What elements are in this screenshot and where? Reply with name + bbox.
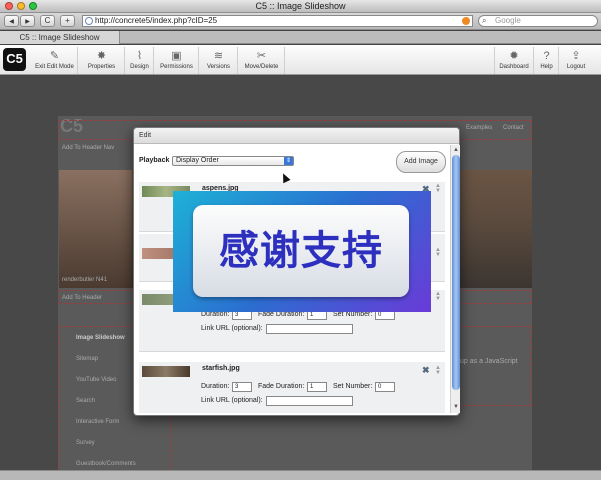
dialog-title: Edit xyxy=(134,128,459,144)
browser-window: C5 :: Image Slideshow ◀ ▶ C + http://con… xyxy=(0,0,601,480)
exit-edit-mode-button[interactable]: ✎ Exit Edit Mode xyxy=(32,47,78,74)
window-status-bar xyxy=(0,470,601,480)
scroll-down-icon[interactable]: ▼ xyxy=(452,403,460,411)
window-title: C5 :: Image Slideshow xyxy=(255,1,346,11)
permissions-label: Permissions xyxy=(160,64,193,70)
minimize-window-button[interactable] xyxy=(17,2,25,10)
gear-icon: ✸ xyxy=(96,50,107,62)
nav-contact[interactable]: Contact xyxy=(503,125,524,131)
remove-image-icon[interactable]: ✖ xyxy=(422,366,431,375)
help-button[interactable]: ? Help xyxy=(535,47,559,74)
thanks-overlay-text: 感谢支持 xyxy=(193,205,409,297)
globe-icon xyxy=(85,17,93,25)
main-content-area xyxy=(458,326,532,406)
set-number-label: Set Number: xyxy=(333,383,373,390)
duration-input[interactable]: 3 xyxy=(232,382,252,392)
duration-label: Duration: xyxy=(201,383,230,390)
set-number-label: Set Number: xyxy=(333,311,373,318)
forward-icon: ▶ xyxy=(25,19,30,25)
logout-icon: ⇪ xyxy=(571,50,581,62)
link-url-label: Link URL (optional): xyxy=(201,397,263,404)
playback-select-value: Display Order xyxy=(176,157,219,164)
nav-examples[interactable]: Examples xyxy=(466,125,492,131)
dashboard-label: Dashboard xyxy=(499,64,529,70)
forward-button[interactable]: ▶ xyxy=(20,15,35,27)
reorder-icon[interactable]: ▲ ▼ xyxy=(435,247,441,258)
dashboard-icon: ✹ xyxy=(509,50,519,62)
add-bookmark-button[interactable]: + xyxy=(60,15,75,27)
scrollbar-thumb[interactable] xyxy=(452,155,460,390)
design-button[interactable]: ⌇ Design xyxy=(126,47,154,74)
image-row: starfish.jpg ✖ ▲ ▼ Duration: 3 Fade Durat… xyxy=(139,362,445,413)
logout-button[interactable]: ⇪ Logout xyxy=(560,47,592,74)
lock-icon: ▣ xyxy=(171,50,182,62)
header-photo-left xyxy=(59,170,132,288)
back-button[interactable]: ◀ xyxy=(4,15,19,27)
reorder-icon[interactable]: ▲ ▼ xyxy=(435,291,441,302)
properties-label: Properties xyxy=(87,64,116,70)
concrete5-logo-text: C5 xyxy=(6,51,23,66)
back-icon: ◀ xyxy=(9,19,14,25)
dialog-scrollbar[interactable]: ▲ ▼ xyxy=(450,145,460,413)
playback-select[interactable]: Display Order ⇕ xyxy=(172,156,294,166)
dashboard-button[interactable]: ✹ Dashboard xyxy=(494,47,534,74)
reorder-icon[interactable]: ▲ ▼ xyxy=(435,365,441,376)
zoom-window-button[interactable] xyxy=(29,2,37,10)
plus-icon: + xyxy=(65,16,70,25)
move-delete-label: Move/Delete xyxy=(244,64,279,70)
window-controls xyxy=(5,2,37,10)
link-url-input[interactable] xyxy=(266,396,353,406)
tab-active[interactable]: C5 :: Image Slideshow xyxy=(0,31,120,44)
concrete5-logo[interactable]: C5 xyxy=(3,48,26,71)
image-thumbnail xyxy=(142,366,190,377)
fade-duration-input[interactable]: 1 xyxy=(307,382,327,392)
logout-label: Logout xyxy=(566,64,586,70)
versions-button[interactable]: ≋ Versions xyxy=(200,47,238,74)
help-icon: ? xyxy=(543,50,550,62)
tab-strip: C5 :: Image Slideshow xyxy=(0,31,601,44)
link-url-input[interactable] xyxy=(266,324,353,334)
window-titlebar: C5 :: Image Slideshow xyxy=(0,0,601,13)
browser-toolbar: ◀ ▶ C + http://concrete5/index.php?cID=2… xyxy=(0,13,601,30)
main-content-text: up as a JavaScript xyxy=(460,358,518,365)
rss-icon[interactable] xyxy=(462,17,470,25)
scissors-icon: ✂ xyxy=(256,50,267,62)
pencil-icon: ✎ xyxy=(49,50,60,62)
search-icon: ⌕ xyxy=(482,16,487,25)
fade-duration-label: Fade Duration: xyxy=(258,383,305,390)
help-label: Help xyxy=(540,64,553,70)
move-delete-button[interactable]: ✂ Move/Delete xyxy=(239,47,285,74)
concrete5-toolbar: C5 ✎ Exit Edit Mode ✸ Properties ⌇ Design ▣… xyxy=(0,45,601,75)
versions-icon: ≋ xyxy=(213,50,224,62)
playback-label: Playback xyxy=(139,157,170,164)
photo-caption: renderbutler N41 xyxy=(62,277,108,283)
image-filename: starfish.jpg xyxy=(202,365,240,372)
set-number-input[interactable]: 0 xyxy=(375,382,395,392)
brush-icon: ⌇ xyxy=(136,50,143,62)
properties-button[interactable]: ✸ Properties xyxy=(79,47,125,74)
duration-label: Duration: xyxy=(201,311,230,318)
url-text: http://concrete5/index.php?cID=25 xyxy=(95,16,218,25)
address-bar[interactable]: http://concrete5/index.php?cID=25 xyxy=(82,15,473,27)
select-arrows-icon: ⇕ xyxy=(284,157,293,165)
add-to-header-nav[interactable]: Add To Header Nav xyxy=(62,145,114,151)
close-window-button[interactable] xyxy=(5,2,13,10)
scroll-up-icon[interactable]: ▲ xyxy=(452,146,460,154)
fade-duration-label: Fade Duration: xyxy=(258,311,305,318)
reorder-icon[interactable]: ▲ ▼ xyxy=(435,183,441,194)
search-input[interactable]: ⌕ Google xyxy=(478,15,598,27)
add-to-header[interactable]: Add To Header xyxy=(62,295,102,301)
link-url-label: Link URL (optional): xyxy=(201,325,263,332)
design-label: Design xyxy=(130,64,149,70)
exit-edit-mode-label: Exit Edit Mode xyxy=(35,64,74,70)
thanks-overlay-image: 感谢支持 xyxy=(173,191,431,312)
add-image-button[interactable]: Add Image xyxy=(396,151,446,173)
tab-label: C5 :: Image Slideshow xyxy=(19,33,100,42)
versions-label: Versions xyxy=(206,64,230,70)
reload-icon: C xyxy=(44,16,51,25)
sidebar-item-survey[interactable]: Survey xyxy=(76,433,170,454)
search-placeholder: Google xyxy=(495,16,521,25)
reload-button[interactable]: C xyxy=(40,15,55,27)
permissions-button[interactable]: ▣ Permissions xyxy=(155,47,199,74)
